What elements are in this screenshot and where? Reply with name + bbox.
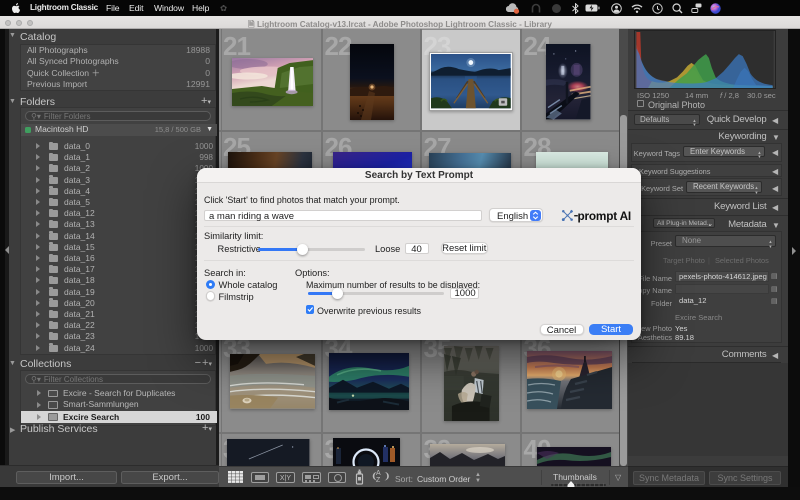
svg-text:prompt AI: prompt AI [578, 209, 631, 223]
